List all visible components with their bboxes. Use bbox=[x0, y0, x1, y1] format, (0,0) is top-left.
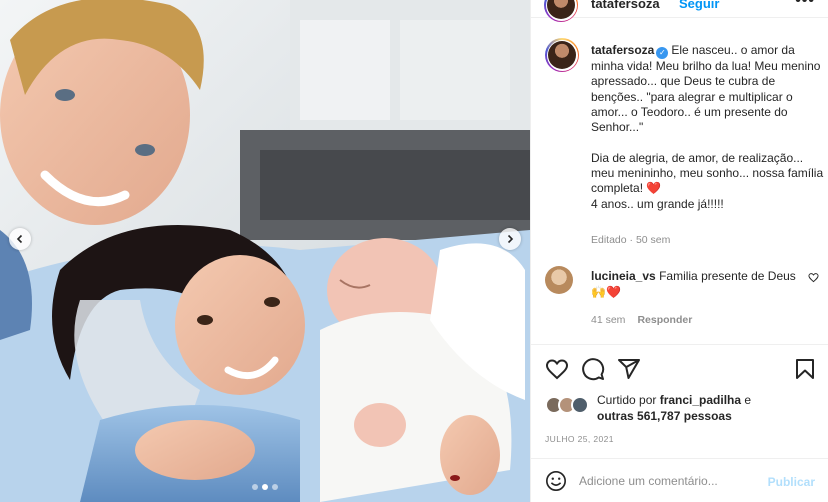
comment-meta: 41 sem Responder bbox=[591, 314, 692, 326]
post-header: tatafersoza Seguir ••• bbox=[531, 0, 828, 22]
red-heart-emoji: ❤️ bbox=[646, 181, 662, 196]
likes-summary: Curtido por franci_padilha e outras 561,… bbox=[545, 392, 825, 426]
comment-time: 41 sem bbox=[591, 314, 626, 326]
bookmark-icon[interactable] bbox=[793, 357, 817, 381]
author-avatar[interactable] bbox=[544, 0, 578, 22]
comment-emojis: 🙌❤️ bbox=[591, 284, 621, 299]
edited-timestamp: Editado · 50 sem bbox=[591, 234, 671, 246]
likes-text: Curtido por franci_padilha e outras 561,… bbox=[597, 393, 751, 424]
caption-username[interactable]: tatafersoza bbox=[591, 43, 654, 57]
caption-tail: 4 anos.. um grande já!!!!! bbox=[591, 196, 724, 211]
liker-username[interactable]: franci_padilha bbox=[660, 393, 741, 407]
comment-input[interactable] bbox=[579, 471, 759, 491]
more-options-icon[interactable]: ••• bbox=[795, 0, 815, 10]
post-photo[interactable] bbox=[0, 0, 530, 502]
chevron-left-icon bbox=[16, 234, 23, 244]
share-icon[interactable] bbox=[617, 357, 641, 381]
likes-others-link[interactable]: outras 561,787 pessoas bbox=[597, 409, 732, 423]
caption-text: tatafersoza ✓ Ele nasceu.. o amor da minha… bbox=[591, 43, 828, 212]
comment-like-icon[interactable] bbox=[808, 272, 819, 286]
newborn-family-photo bbox=[0, 0, 530, 502]
comment-icon[interactable] bbox=[581, 357, 605, 381]
commenter-avatar[interactable] bbox=[545, 266, 573, 294]
carousel-indicator bbox=[0, 484, 530, 490]
heart-icon[interactable] bbox=[545, 357, 569, 381]
post-side-panel: tatafersoza Seguir ••• tatafersoza ✓ Ele n… bbox=[530, 0, 828, 502]
caption-body: Ele nasceu.. o amor da minha vida! Meu b… bbox=[591, 43, 824, 196]
likes-mid: e bbox=[741, 393, 752, 407]
likes-count: 561,787 bbox=[637, 408, 681, 423]
chevron-right-icon bbox=[507, 234, 514, 244]
carousel-dot bbox=[252, 484, 258, 490]
emoji-icon[interactable] bbox=[545, 470, 567, 492]
likes-others-prefix: outras bbox=[597, 408, 638, 423]
reply-button[interactable]: Responder bbox=[637, 314, 692, 326]
action-bar bbox=[531, 344, 828, 394]
comment-text: lucineia_vs Familia presente de Deus 🙌❤️ bbox=[591, 269, 801, 300]
commenter-username[interactable]: lucineia_vs bbox=[591, 269, 656, 283]
follow-button[interactable]: Seguir bbox=[679, 0, 719, 11]
carousel-prev-button[interactable] bbox=[9, 228, 31, 250]
add-comment-bar: Publicar bbox=[531, 458, 828, 502]
likes-suffix: pessoas bbox=[680, 408, 732, 423]
carousel-next-button[interactable] bbox=[499, 228, 521, 250]
publish-button[interactable]: Publicar bbox=[768, 475, 815, 489]
author-username[interactable]: tatafersoza bbox=[591, 0, 660, 11]
verified-badge-icon: ✓ bbox=[656, 47, 669, 59]
carousel-dot-active bbox=[262, 484, 268, 490]
carousel-dot bbox=[272, 484, 278, 490]
likes-prefix: Curtido por bbox=[597, 393, 660, 407]
comment-body: Familia presente de Deus bbox=[659, 269, 796, 283]
caption-author-avatar[interactable] bbox=[545, 38, 579, 72]
liker-avatar bbox=[571, 396, 589, 414]
post-date[interactable]: JULHO 25, 2021 bbox=[545, 434, 614, 444]
